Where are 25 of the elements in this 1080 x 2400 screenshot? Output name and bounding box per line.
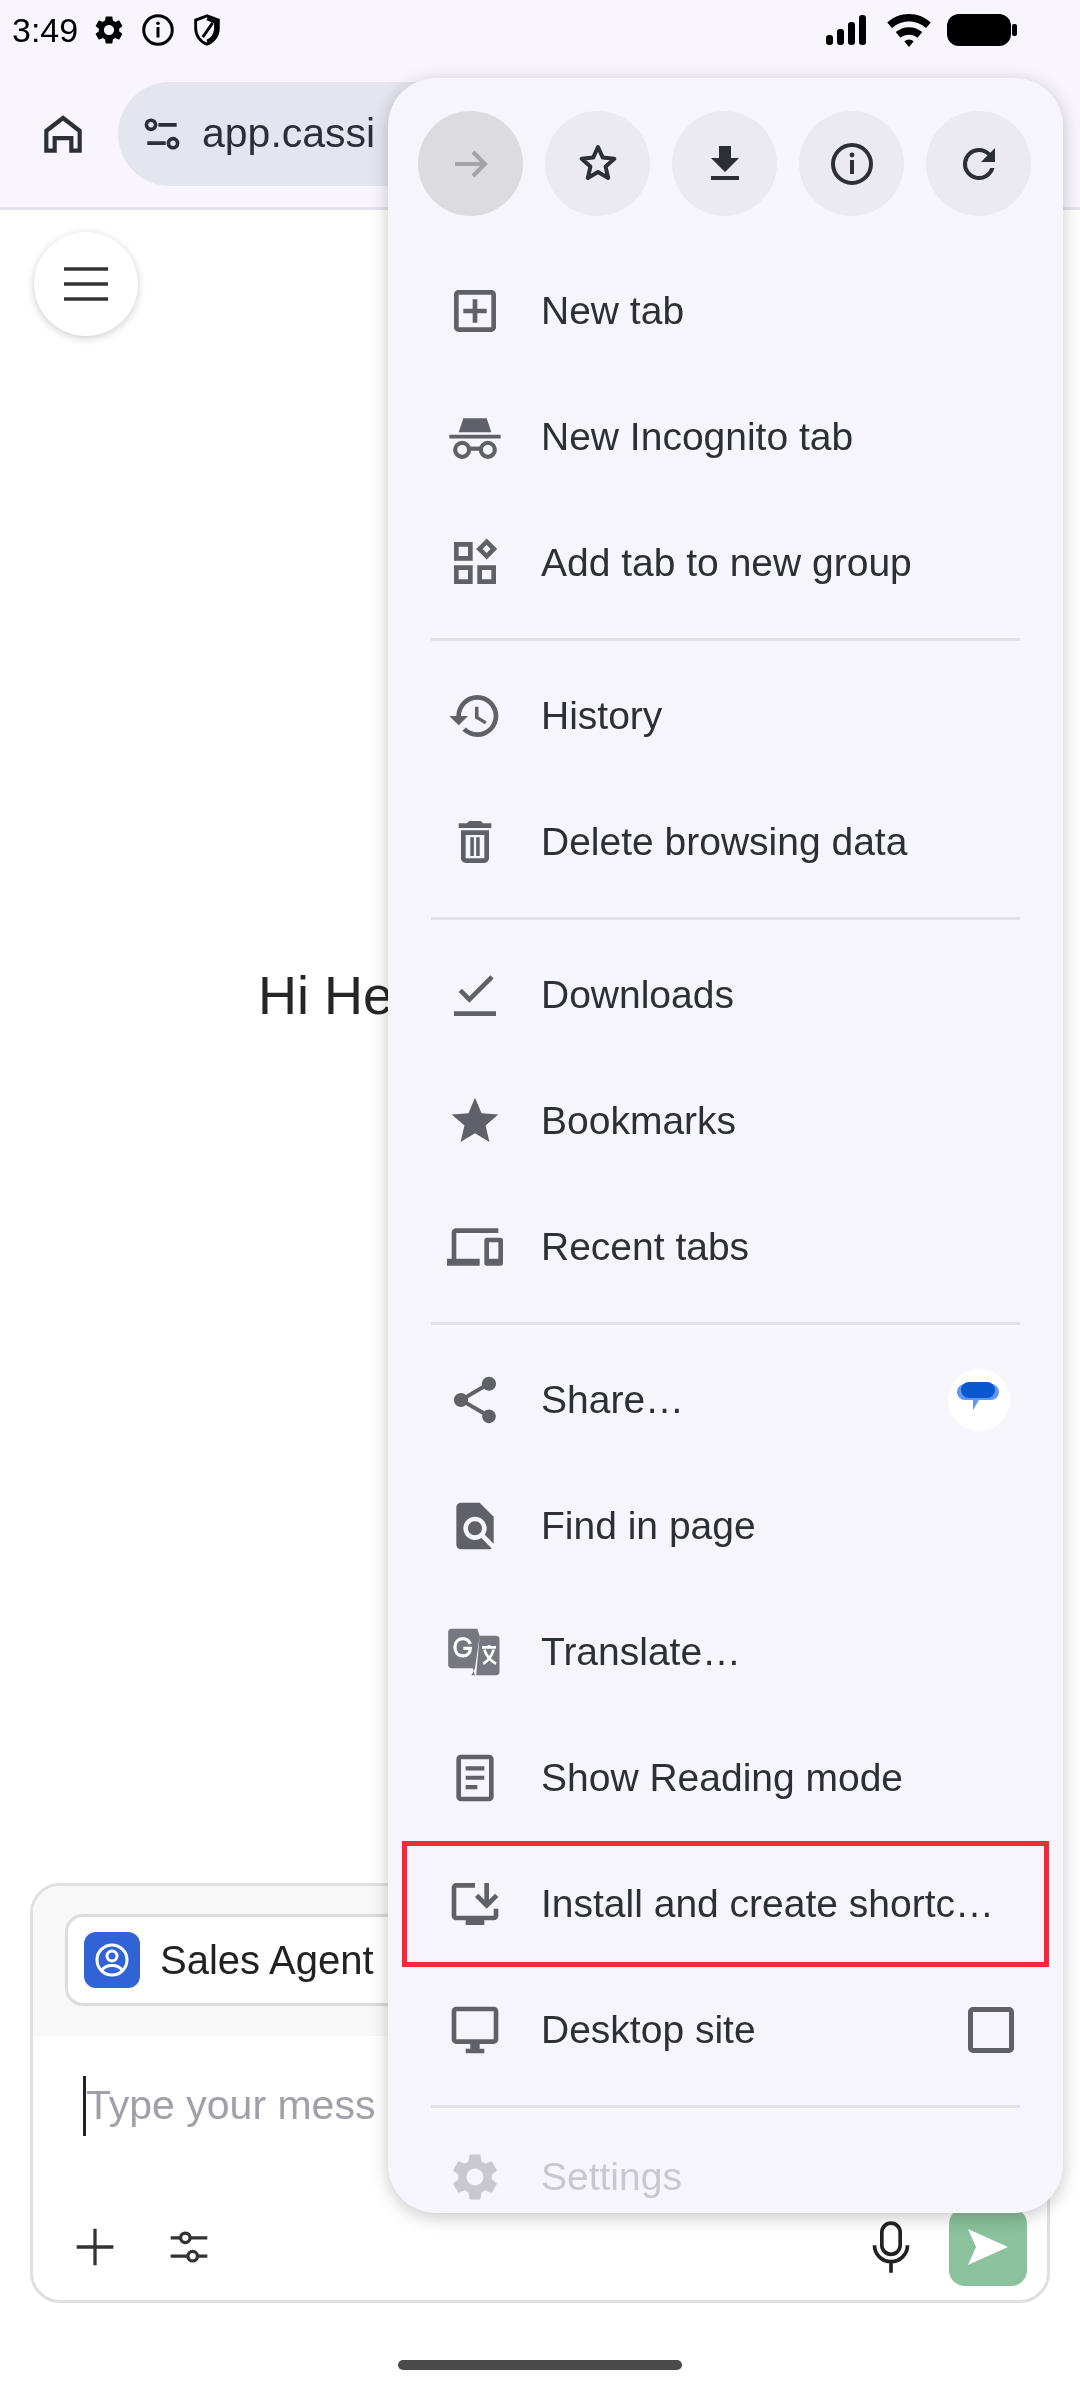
checkbox[interactable]: [968, 2007, 1014, 2053]
menu-item[interactable]: Show Reading mode: [402, 1715, 1049, 1841]
menu-item[interactable]: New Incognito tab: [402, 374, 1049, 500]
info-icon: [140, 12, 177, 48]
menu-item[interactable]: Install and create shortc…: [402, 1841, 1049, 1967]
agent-label: Sales Agent: [160, 1937, 374, 1984]
status-time: 3:49: [12, 9, 79, 51]
menu-item[interactable]: History: [402, 653, 1049, 779]
url-text: app.cassi: [202, 108, 376, 158]
greeting-heading: Hi He: [258, 965, 394, 1025]
wifi-icon: [886, 12, 932, 48]
menu-item[interactable]: Downloads: [402, 932, 1049, 1058]
menu-item[interactable]: Delete browsing data: [402, 779, 1049, 905]
menu-item[interactable]: Bookmarks: [402, 1058, 1049, 1184]
menu-item[interactable]: Translate…: [402, 1589, 1049, 1715]
menu-button[interactable]: [34, 232, 138, 336]
menu-item[interactable]: Share…: [402, 1337, 1049, 1463]
message-field[interactable]: Type your mess: [83, 2076, 393, 2136]
menu-item[interactable]: Add tab to new group: [402, 500, 1049, 626]
menu-item[interactable]: Recent tabs: [402, 1184, 1049, 1310]
menu-icon: [62, 266, 110, 302]
battery-icon: [946, 12, 1018, 48]
menu-item[interactable]: Find in page: [402, 1463, 1049, 1589]
menu-item[interactable]: New tab: [402, 248, 1049, 374]
send-icon: [968, 2229, 1008, 2265]
